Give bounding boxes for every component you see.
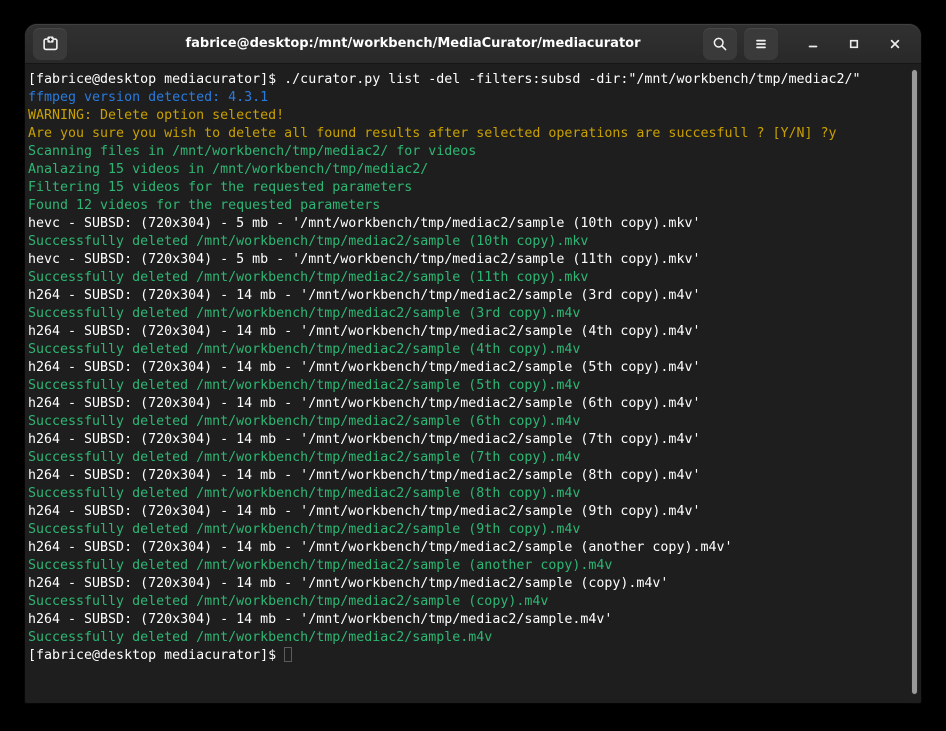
terminal-line: Successfully deleted /mnt/workbench/tmp/… bbox=[28, 485, 921, 503]
scrollbar[interactable] bbox=[908, 67, 920, 700]
terminal-line: h264 - SUBSD: (720x304) - 14 mb - '/mnt/… bbox=[28, 323, 921, 341]
terminal-line: h264 - SUBSD: (720x304) - 14 mb - '/mnt/… bbox=[28, 467, 921, 485]
terminal-line: Successfully deleted /mnt/workbench/tmp/… bbox=[28, 233, 921, 251]
terminal-line: Successfully deleted /mnt/workbench/tmp/… bbox=[28, 341, 921, 359]
close-icon bbox=[887, 36, 903, 52]
terminal-cursor bbox=[284, 647, 292, 662]
terminal-line: Successfully deleted /mnt/workbench/tmp/… bbox=[28, 629, 921, 647]
terminal-line: h264 - SUBSD: (720x304) - 14 mb - '/mnt/… bbox=[28, 359, 921, 377]
terminal-screen[interactable]: [fabrice@desktop mediacurator]$ ./curato… bbox=[25, 64, 921, 703]
terminal-line: Are you sure you wish to delete all foun… bbox=[28, 125, 921, 143]
terminal-line: Filtering 15 videos for the requested pa… bbox=[28, 179, 921, 197]
terminal-line: Found 12 videos for the requested parame… bbox=[28, 197, 921, 215]
terminal-line: Successfully deleted /mnt/workbench/tmp/… bbox=[28, 521, 921, 539]
terminal-line: hevc - SUBSD: (720x304) - 5 mb - '/mnt/w… bbox=[28, 215, 921, 233]
maximize-button[interactable] bbox=[842, 32, 866, 56]
terminal-line: Successfully deleted /mnt/workbench/tmp/… bbox=[28, 557, 921, 575]
terminal-line: Successfully deleted /mnt/workbench/tmp/… bbox=[28, 449, 921, 467]
terminal-line: ffmpeg version detected: 4.3.1 bbox=[28, 89, 921, 107]
terminal-line: h264 - SUBSD: (720x304) - 14 mb - '/mnt/… bbox=[28, 575, 921, 593]
terminal-line: Successfully deleted /mnt/workbench/tmp/… bbox=[28, 413, 921, 431]
menu-button[interactable] bbox=[744, 28, 778, 60]
terminal-line: h264 - SUBSD: (720x304) - 14 mb - '/mnt/… bbox=[28, 395, 921, 413]
terminal-line: [fabrice@desktop mediacurator]$ ./curato… bbox=[28, 71, 921, 89]
search-button[interactable] bbox=[703, 28, 737, 60]
terminal-line: WARNING: Delete option selected! bbox=[28, 107, 921, 125]
terminal-line: h264 - SUBSD: (720x304) - 14 mb - '/mnt/… bbox=[28, 611, 921, 629]
tab-new-icon bbox=[42, 35, 59, 52]
terminal-line: [fabrice@desktop mediacurator]$ bbox=[28, 647, 921, 665]
close-button[interactable] bbox=[883, 32, 907, 56]
terminal-line: Successfully deleted /mnt/workbench/tmp/… bbox=[28, 377, 921, 395]
window-title: fabrice@desktop:/mnt/workbench/MediaCura… bbox=[145, 36, 681, 51]
new-tab-button[interactable] bbox=[33, 28, 67, 60]
terminal-line: h264 - SUBSD: (720x304) - 14 mb - '/mnt/… bbox=[28, 539, 921, 557]
terminal-line: Scanning files in /mnt/workbench/tmp/med… bbox=[28, 143, 921, 161]
search-icon bbox=[712, 36, 728, 52]
scrollbar-thumb[interactable] bbox=[911, 69, 918, 695]
terminal-line: Analazing 15 videos in /mnt/workbench/tm… bbox=[28, 161, 921, 179]
terminal-line: Successfully deleted /mnt/workbench/tmp/… bbox=[28, 305, 921, 323]
terminal-line: Successfully deleted /mnt/workbench/tmp/… bbox=[28, 269, 921, 287]
terminal-line: h264 - SUBSD: (720x304) - 14 mb - '/mnt/… bbox=[28, 431, 921, 449]
terminal-line: h264 - SUBSD: (720x304) - 14 mb - '/mnt/… bbox=[28, 287, 921, 305]
terminal-line: Successfully deleted /mnt/workbench/tmp/… bbox=[28, 593, 921, 611]
maximize-icon bbox=[846, 36, 862, 52]
terminal-output: [fabrice@desktop mediacurator]$ ./curato… bbox=[25, 64, 921, 665]
terminal-line: hevc - SUBSD: (720x304) - 5 mb - '/mnt/w… bbox=[28, 251, 921, 269]
terminal-line: h264 - SUBSD: (720x304) - 14 mb - '/mnt/… bbox=[28, 503, 921, 521]
titlebar[interactable]: fabrice@desktop:/mnt/workbench/MediaCura… bbox=[25, 24, 921, 64]
minimize-button[interactable] bbox=[801, 32, 825, 56]
hamburger-icon bbox=[753, 36, 769, 52]
minimize-icon bbox=[805, 36, 821, 52]
terminal-window: fabrice@desktop:/mnt/workbench/MediaCura… bbox=[25, 24, 921, 703]
